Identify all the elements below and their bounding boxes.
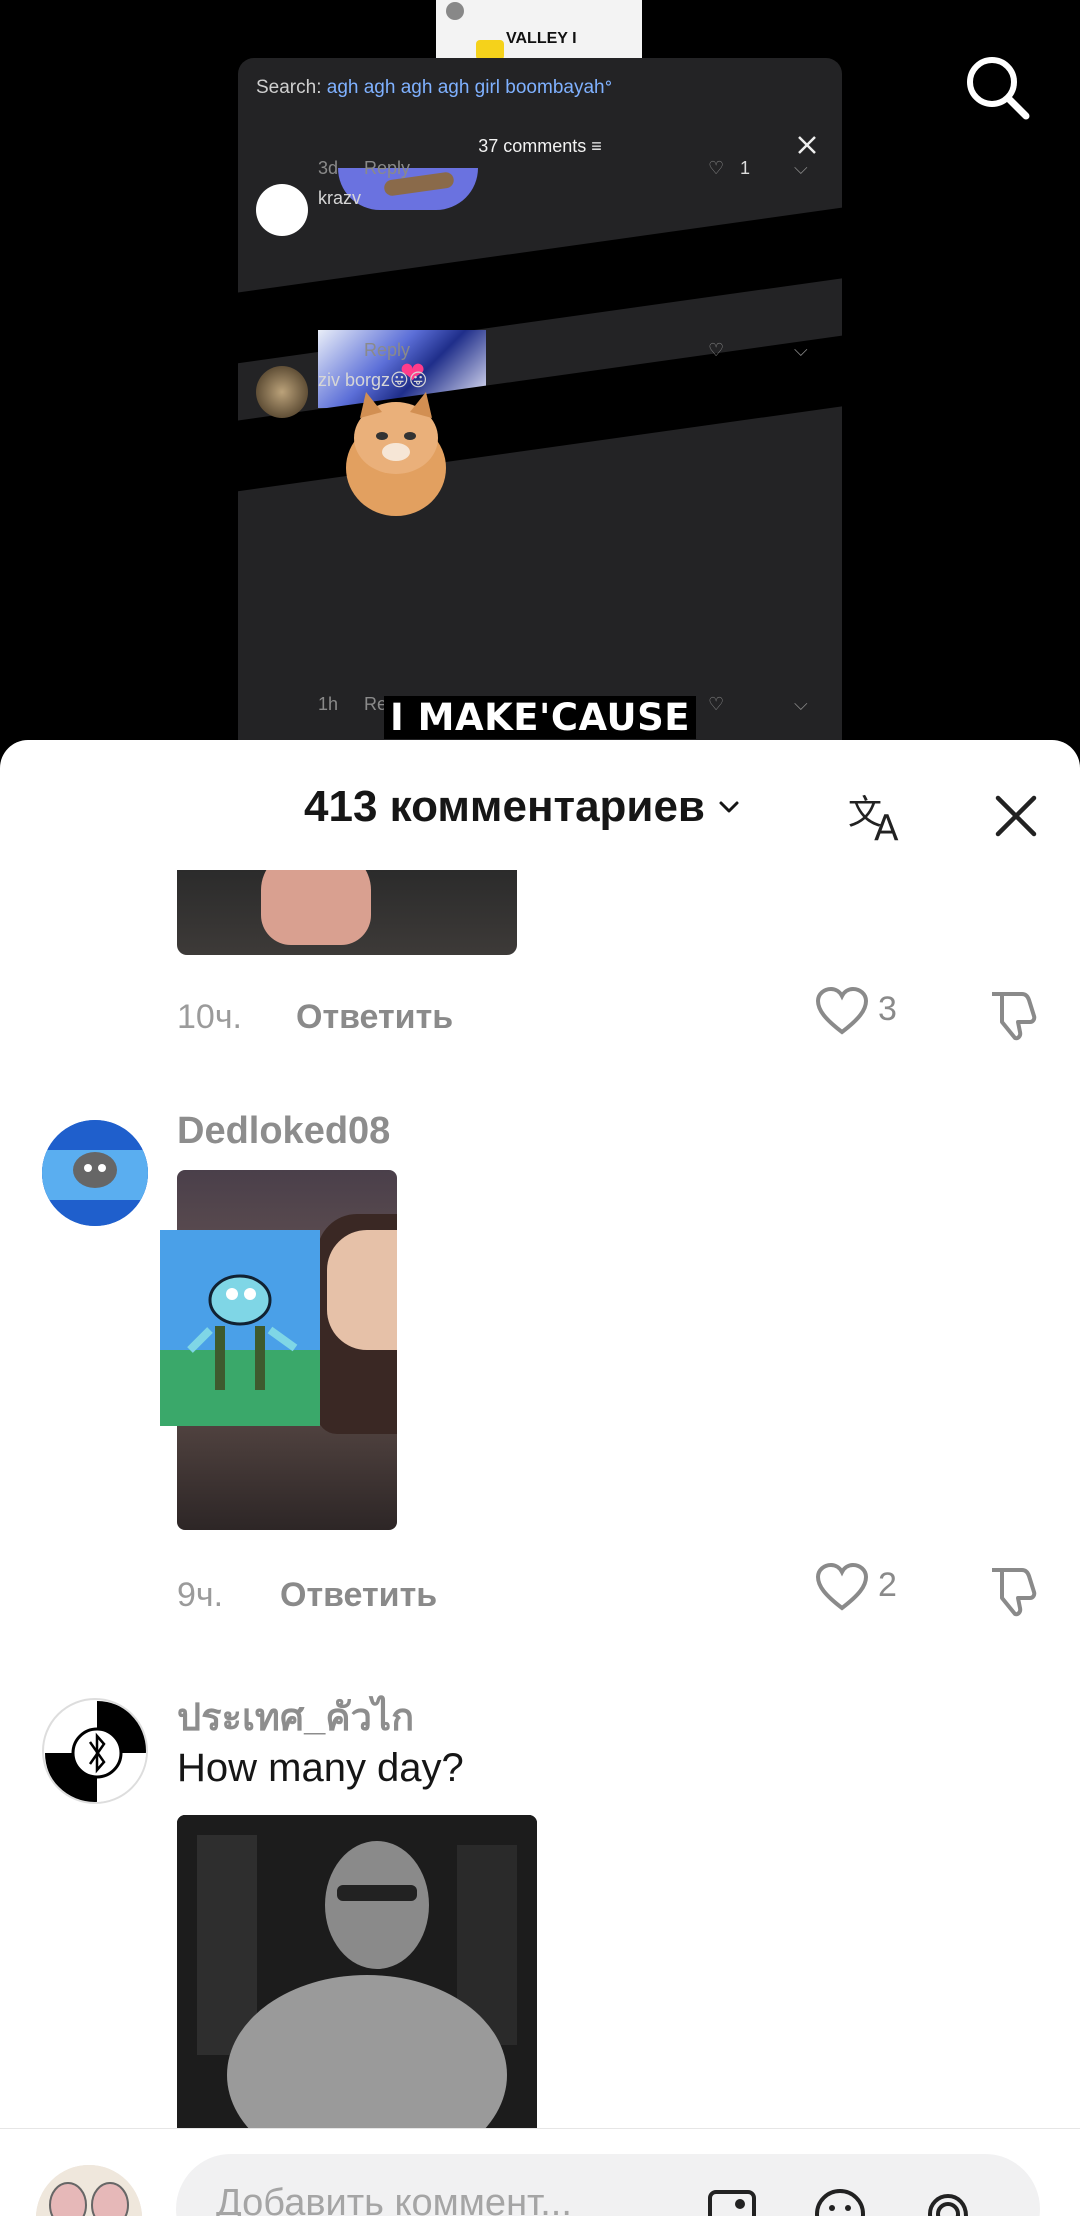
comment-username[interactable]: Dedloked08 — [177, 1110, 390, 1153]
close-icon[interactable] — [990, 790, 1042, 842]
embedded-search-query: agh agh agh agh girl boombayah — [326, 77, 605, 98]
comments-sheet: 413 комментариев 文 A 10ч. Ответить 3 Ded… — [0, 740, 1080, 2216]
thumbnail-sticker — [476, 40, 504, 60]
comment-text: How many day? — [177, 1746, 464, 1790]
comment-input-container[interactable] — [176, 2154, 1040, 2216]
embedded-avatar-ziv — [256, 366, 308, 418]
embedded-reply: Reply — [364, 158, 411, 178]
image-content — [261, 870, 371, 945]
comment-time: 9ч. — [177, 1576, 224, 1614]
embedded-dislike-icon: ⌵ — [794, 158, 808, 178]
comment-image[interactable] — [177, 870, 517, 955]
image-content — [327, 1230, 397, 1350]
heart-icon[interactable] — [815, 986, 869, 1036]
embedded-search-prefix: Search: — [256, 77, 327, 98]
embedded-search-glyph: ᐤ — [604, 77, 613, 98]
embedded-heart-icon: ♡ — [708, 340, 725, 360]
embedded-comments-screenshot: Search: agh agh agh agh girl boombayahᐤ … — [238, 58, 842, 745]
video-player[interactable]: VALLEY I Search: agh agh agh agh girl bo… — [0, 0, 1080, 745]
embedded-comments-count: 37 comments ≡ — [238, 136, 842, 157]
like-count: 2 — [878, 1566, 897, 1604]
image-icon[interactable] — [704, 2186, 760, 2216]
embedded-time: 3d — [318, 158, 339, 178]
mention-icon[interactable] — [920, 2186, 976, 2216]
avatar-image — [42, 1120, 148, 1226]
avatar[interactable] — [42, 1698, 148, 1804]
thumbnail-text: VALLEY I — [506, 30, 577, 47]
comments-header: 413 комментариев 文 A — [0, 740, 1080, 870]
svg-text:A: A — [874, 808, 899, 846]
embedded-reply: Reply — [364, 340, 411, 360]
comments-count-title: 413 комментариев — [304, 782, 705, 831]
thumbnail-avatar — [446, 2, 464, 20]
reply-button[interactable]: Ответить — [296, 998, 453, 1037]
heart-icon[interactable] — [815, 1562, 869, 1612]
video-thumbnail-overlay: VALLEY I — [436, 0, 642, 60]
search-icon[interactable] — [962, 52, 1034, 124]
comment-time: 10ч. — [177, 998, 242, 1036]
embedded-username: krazv — [318, 188, 362, 208]
cat-sticker — [346, 392, 446, 516]
image-content — [177, 1815, 537, 2135]
embedded-like-count: 1 — [740, 158, 751, 178]
dislike-icon[interactable] — [986, 1564, 1040, 1618]
comments-count-dropdown[interactable]: 413 комментариев — [304, 782, 741, 832]
cartoon-sticker — [160, 1230, 320, 1426]
embedded-avatar-krazv — [256, 184, 308, 236]
bluetooth-avatar-image — [45, 1701, 146, 1802]
chevron-down-icon — [719, 801, 739, 813]
reply-button[interactable]: Ответить — [280, 1576, 437, 1615]
video-caption: I MAKE'CAUSE — [0, 696, 1080, 739]
filter-icon: ≡ — [591, 136, 602, 156]
video-caption-text: I MAKE'CAUSE — [384, 696, 696, 739]
comment-image[interactable] — [177, 1815, 537, 2135]
emoji-icon[interactable] — [812, 2186, 868, 2216]
avatar[interactable] — [42, 1120, 148, 1226]
like-count: 3 — [878, 990, 897, 1028]
comment-username[interactable]: ประเทศ_คัวไก — [177, 1686, 414, 1747]
embedded-search-text: Search: agh agh agh agh girl boombayahᐤ — [256, 76, 612, 99]
embedded-dislike-icon: ⌵ — [794, 340, 808, 360]
embedded-comments-count-text: 37 comments — [478, 136, 587, 156]
dislike-icon[interactable] — [986, 988, 1040, 1042]
comment-input[interactable] — [216, 2178, 696, 2216]
translate-icon[interactable]: 文 A — [846, 784, 908, 846]
embedded-heart-icon: ♡ — [708, 158, 725, 178]
embedded-close-icon — [798, 136, 816, 154]
